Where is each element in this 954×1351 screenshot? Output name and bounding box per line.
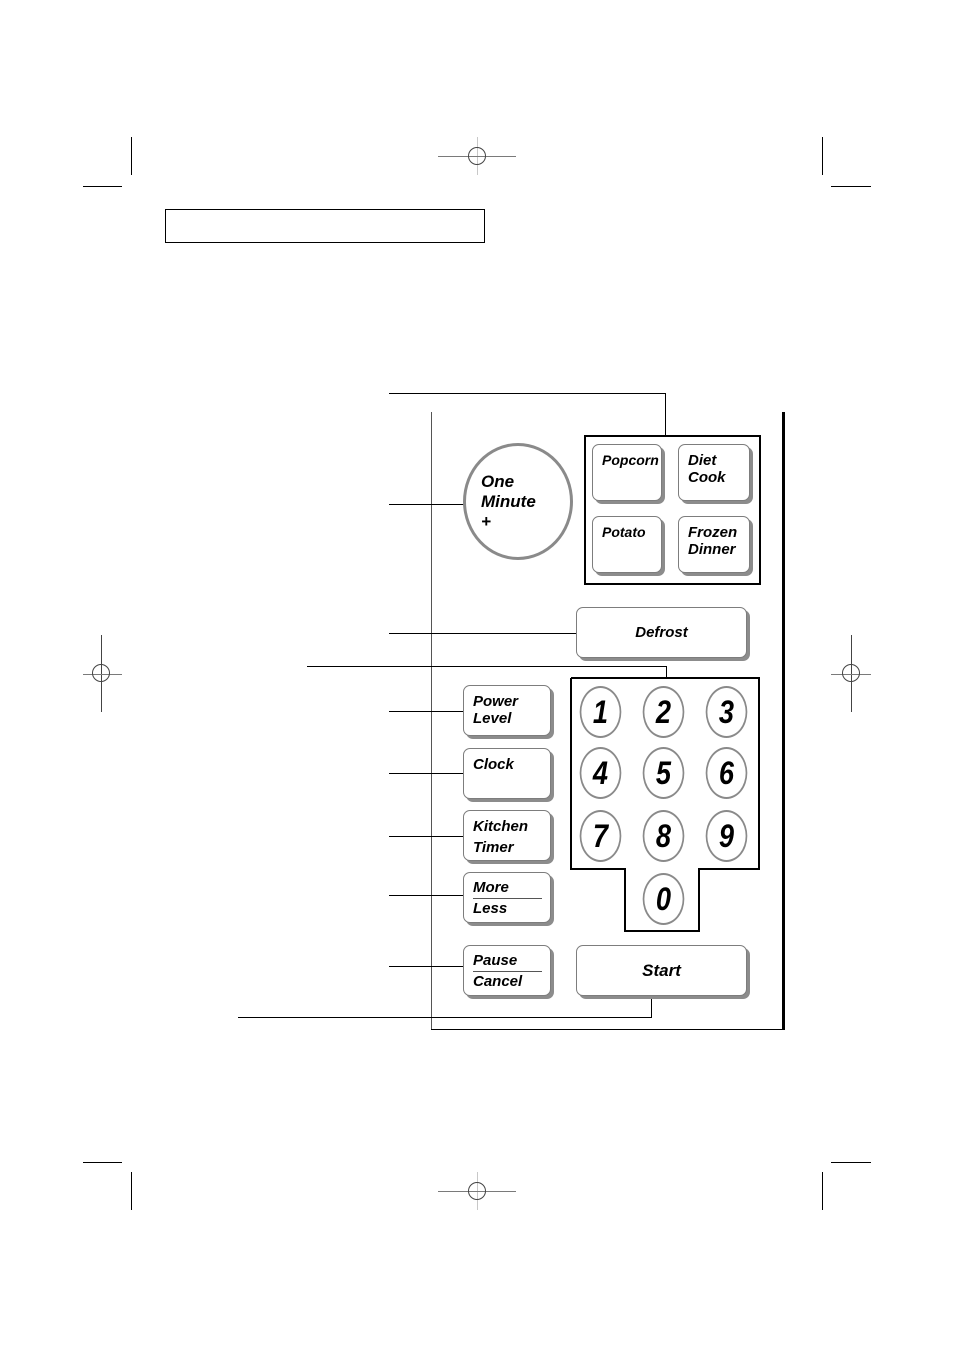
number-key-4[interactable]: 4 xyxy=(579,747,622,799)
number-key-3[interactable]: 3 xyxy=(705,686,748,738)
number-pad-outline xyxy=(570,677,760,932)
number-key-8[interactable]: 8 xyxy=(642,810,685,862)
number-key-5[interactable]: 5 xyxy=(642,747,685,799)
number-key-7[interactable]: 7 xyxy=(579,810,622,862)
number-key-2[interactable]: 2 xyxy=(642,686,685,738)
number-key-1[interactable]: 1 xyxy=(579,686,622,738)
number-key-6[interactable]: 6 xyxy=(705,747,748,799)
number-key-0[interactable]: 0 xyxy=(642,873,685,925)
number-key-9[interactable]: 9 xyxy=(705,810,748,862)
